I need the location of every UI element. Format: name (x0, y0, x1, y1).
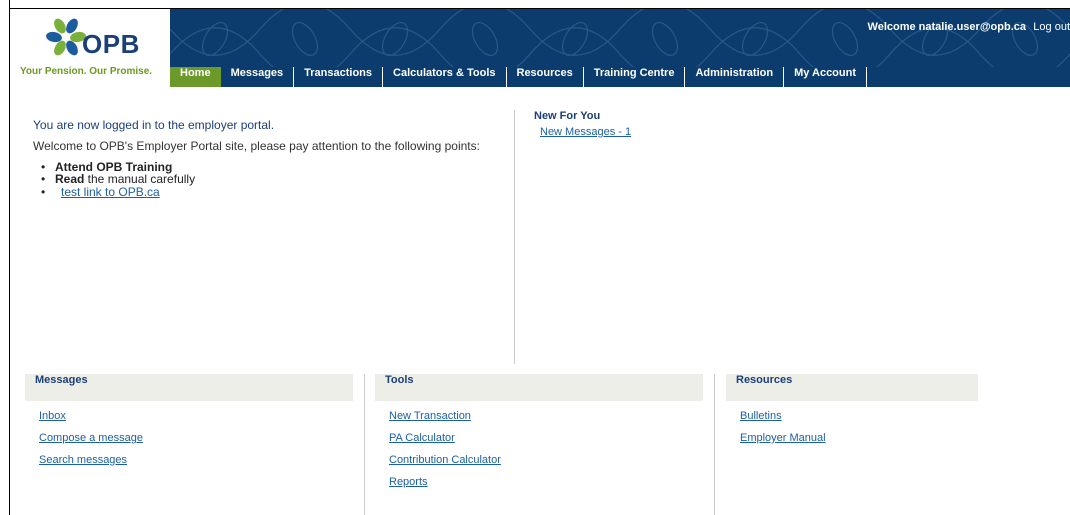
list-item: test link to OPB.ca (41, 185, 483, 199)
nav-home[interactable]: Home (170, 67, 221, 87)
pa-calculator-link[interactable]: PA Calculator (389, 427, 703, 449)
logged-in-message: You are now logged in to the employer po… (33, 118, 275, 132)
messages-panel: Messages Inbox Compose a message Search … (25, 374, 353, 471)
new-for-you-title: New For You (534, 110, 601, 122)
leaf-cluster-icon (46, 18, 86, 56)
employer-manual-link[interactable]: Employer Manual (740, 427, 978, 449)
nav-administration[interactable]: Administration (685, 67, 785, 87)
tools-panel: Tools New Transaction PA Calculator Cont… (375, 374, 703, 493)
nav-transactions[interactable]: Transactions (294, 67, 384, 87)
contribution-calculator-link[interactable]: Contribution Calculator (389, 449, 703, 471)
point-read-bold: Read (55, 172, 85, 186)
point-read-rest: the manual carefully (84, 172, 196, 186)
logo-text: OPB (82, 29, 140, 59)
nav-my-account[interactable]: My Account (784, 67, 868, 87)
resources-panel-title: Resources (726, 374, 978, 401)
search-messages-link[interactable]: Search messages (39, 449, 353, 471)
opb-logo[interactable]: OPB Your Pension. Our Promise. (10, 9, 170, 87)
nav-messages[interactable]: Messages (221, 67, 295, 87)
main-nav: Home Messages Transactions Calculators &… (170, 67, 1070, 87)
bulletins-link[interactable]: Bulletins (740, 405, 978, 427)
welcome-user-text: Welcome natalie.user@opb.ca (867, 21, 1026, 33)
nav-training-centre[interactable]: Training Centre (584, 67, 686, 87)
new-for-you-section: New For You New Messages - 1 (534, 110, 631, 138)
vertical-divider (514, 110, 515, 364)
nav-resources[interactable]: Resources (507, 67, 584, 87)
panel-divider (364, 374, 365, 515)
reports-link[interactable]: Reports (389, 471, 703, 493)
panel-divider (714, 374, 715, 515)
header-banner: Welcome natalie.user@opb.ca Log out (170, 9, 1070, 67)
compose-message-link[interactable]: Compose a message (39, 427, 353, 449)
resources-panel: Resources Bulletins Employer Manual (726, 374, 978, 449)
leaf-pattern-background (170, 9, 1070, 67)
site-header: OPB Your Pension. Our Promise. Welcome n… (10, 8, 1070, 87)
tools-panel-title: Tools (375, 374, 703, 401)
intro-text: Welcome to OPB's Employer Portal site, p… (33, 139, 480, 153)
inbox-link[interactable]: Inbox (39, 405, 353, 427)
new-transaction-link[interactable]: New Transaction (389, 405, 703, 427)
test-link-opb[interactable]: test link to OPB.ca (61, 185, 160, 199)
logo-tagline: Your Pension. Our Promise. (20, 66, 153, 77)
logout-link[interactable]: Log out (1033, 21, 1070, 33)
welcome-content: You are now logged in to the employer po… (33, 118, 483, 198)
window-top-edge (0, 0, 1070, 8)
nav-calculators-tools[interactable]: Calculators & Tools (383, 67, 507, 87)
messages-panel-title: Messages (25, 374, 353, 401)
list-item: Read the manual carefully (41, 172, 483, 186)
window-left-edge (0, 0, 10, 515)
new-messages-link[interactable]: New Messages - 1 (540, 126, 631, 138)
points-list: Attend OPB Training Read the manual care… (33, 161, 483, 198)
